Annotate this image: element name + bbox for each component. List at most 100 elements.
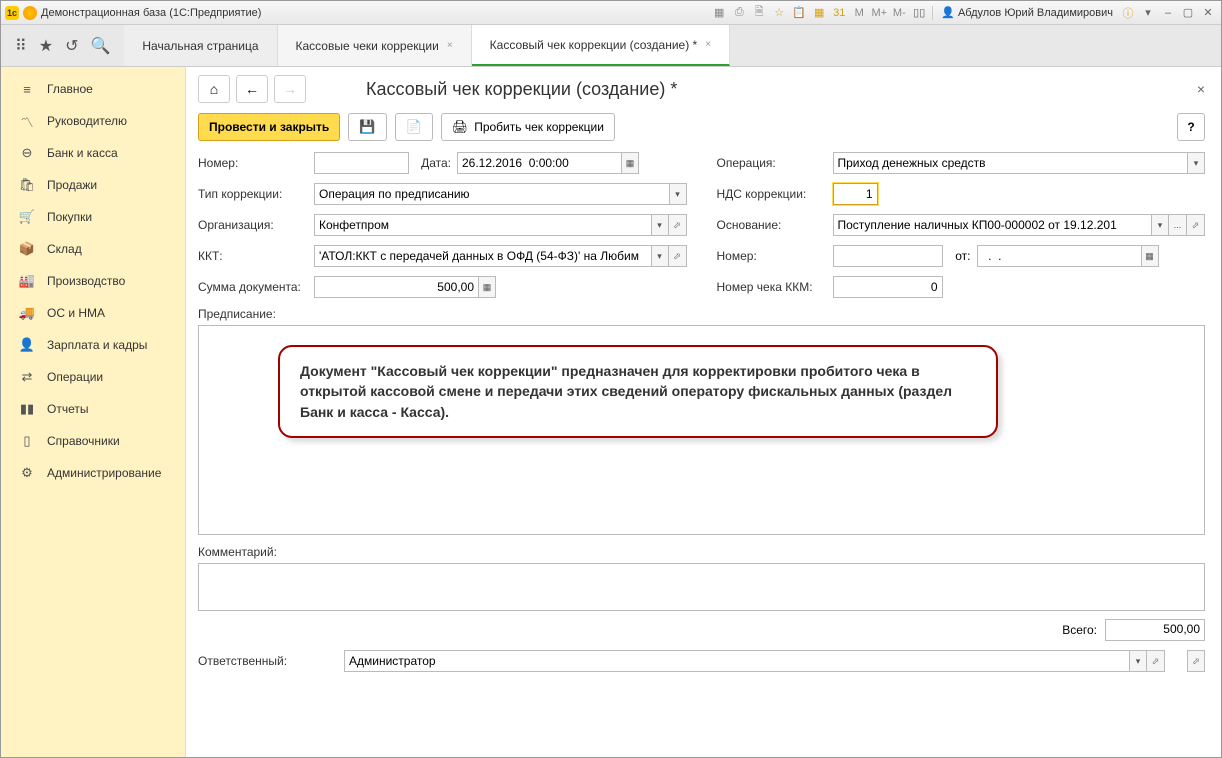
close-icon[interactable]: × bbox=[705, 39, 711, 50]
sidebar-item-sales[interactable]: 🛍Продажи bbox=[1, 169, 185, 201]
corr-type-label: Тип коррекции: bbox=[198, 187, 308, 201]
home-icon: ≡ bbox=[19, 81, 35, 97]
ot-date-input[interactable] bbox=[977, 245, 1141, 267]
print-icon[interactable]: ⎙ bbox=[730, 4, 748, 22]
sidebar-item-manager[interactable]: 〽Руководителю bbox=[1, 105, 185, 137]
calc-icon[interactable]: ▦ bbox=[810, 4, 828, 22]
sidebar-item-hr[interactable]: 👤Зарплата и кадры bbox=[1, 329, 185, 361]
calendar-picker-icon[interactable]: ▦ bbox=[621, 152, 639, 174]
sidebar-item-warehouse[interactable]: 📦Склад bbox=[1, 233, 185, 265]
apps-icon[interactable]: ⠿ bbox=[15, 36, 27, 56]
kkm-label: Номер чека ККМ: bbox=[717, 280, 827, 294]
calendar-icon[interactable]: 31 bbox=[830, 4, 848, 22]
calc-picker-icon[interactable]: ▦ bbox=[478, 276, 496, 298]
operation-label: Операция: bbox=[717, 156, 827, 170]
sidebar-item-bank[interactable]: ⊖Банк и касса bbox=[1, 137, 185, 169]
info-icon[interactable]: ⓘ bbox=[1119, 4, 1137, 22]
sidebar-item-main[interactable]: ≡Главное bbox=[1, 73, 185, 105]
panels-icon[interactable]: ▯▯ bbox=[910, 4, 928, 22]
date-input[interactable] bbox=[457, 152, 621, 174]
dropdown-icon[interactable]: ▾ bbox=[1151, 214, 1169, 236]
open-icon[interactable]: ⬀ bbox=[1187, 214, 1205, 236]
toolbar-icon-1[interactable]: ▦ bbox=[710, 4, 728, 22]
sum-label: Сумма документа: bbox=[198, 280, 308, 294]
callout-text: Документ "Кассовый чек коррекции" предна… bbox=[300, 363, 952, 420]
tab-corrections-list[interactable]: Кассовые чеки коррекции× bbox=[278, 25, 472, 66]
user-display[interactable]: 👤 Абдулов Юрий Владимирович bbox=[937, 6, 1117, 19]
dropdown-icon[interactable]: ▾ bbox=[651, 245, 669, 267]
sidebar-item-operations[interactable]: ⇄Операции bbox=[1, 361, 185, 393]
open-icon[interactable]: ⬀ bbox=[1187, 650, 1205, 672]
doc-icon[interactable]: 🗎 bbox=[750, 4, 768, 22]
tab-start[interactable]: Начальная страница bbox=[124, 25, 277, 66]
factory-icon: 🏭 bbox=[19, 273, 35, 289]
number2-input[interactable] bbox=[833, 245, 943, 267]
mminus-icon[interactable]: M- bbox=[890, 4, 908, 22]
back-button[interactable]: ← bbox=[236, 75, 268, 103]
page-title: Кассовый чек коррекции (создание) * bbox=[366, 79, 677, 100]
chart-icon: 〽 bbox=[19, 113, 35, 129]
dropdown-icon[interactable]: ▾ bbox=[1129, 650, 1147, 672]
sidebar: ≡Главное 〽Руководителю ⊖Банк и касса 🛍Пр… bbox=[1, 67, 186, 757]
m-icon[interactable]: M bbox=[850, 4, 868, 22]
operation-input[interactable] bbox=[833, 152, 1188, 174]
mplus-icon[interactable]: M+ bbox=[870, 4, 888, 22]
search-icon[interactable]: 🔍 bbox=[90, 36, 110, 56]
kkt-input[interactable] bbox=[314, 245, 651, 267]
sidebar-item-references[interactable]: ▯Справочники bbox=[1, 425, 185, 457]
book-icon: ▯ bbox=[19, 433, 35, 449]
coin-icon: ⊖ bbox=[19, 145, 35, 161]
basis-label: Основание: bbox=[717, 218, 827, 232]
clipboard-icon[interactable]: 📋 bbox=[790, 4, 808, 22]
open-icon[interactable]: ⬀ bbox=[1147, 650, 1165, 672]
app-icon: 1c bbox=[5, 6, 19, 20]
help-button[interactable]: ? bbox=[1177, 113, 1205, 141]
vat-input[interactable] bbox=[833, 183, 878, 205]
kkt-label: ККТ: bbox=[198, 249, 308, 263]
ot-label: от: bbox=[949, 249, 971, 263]
tab-correction-create[interactable]: Кассовый чек коррекции (создание) *× bbox=[472, 25, 730, 66]
person-icon: 👤 bbox=[19, 337, 35, 353]
comment-textarea[interactable] bbox=[198, 563, 1205, 611]
open-icon[interactable]: ⬀ bbox=[669, 214, 687, 236]
basis-input[interactable] bbox=[833, 214, 1152, 236]
dropdown-small-icon[interactable]: ▾ bbox=[1139, 4, 1157, 22]
post-close-button[interactable]: Провести и закрыть bbox=[198, 113, 340, 141]
sidebar-item-assets[interactable]: 🚚ОС и НМА bbox=[1, 297, 185, 329]
maximize-icon[interactable]: ▢ bbox=[1179, 4, 1197, 22]
more-button[interactable]: ... bbox=[1169, 214, 1187, 236]
dropdown-icon[interactable]: ▾ bbox=[651, 214, 669, 236]
history-icon[interactable]: ↺ bbox=[65, 36, 78, 56]
vat-label: НДС коррекции: bbox=[717, 187, 827, 201]
dropdown-icon[interactable]: ▾ bbox=[669, 183, 687, 205]
dropdown-icon[interactable]: ▾ bbox=[1187, 152, 1205, 174]
close-icon[interactable]: × bbox=[447, 40, 453, 51]
sidebar-item-production[interactable]: 🏭Производство bbox=[1, 265, 185, 297]
calendar-picker-icon[interactable]: ▦ bbox=[1141, 245, 1159, 267]
close-window-icon[interactable]: ✕ bbox=[1199, 4, 1217, 22]
sum-input[interactable] bbox=[314, 276, 478, 298]
printer-icon: 🖨 bbox=[452, 119, 469, 135]
minimize-icon[interactable]: – bbox=[1159, 4, 1177, 22]
org-input[interactable] bbox=[314, 214, 651, 236]
star-icon[interactable]: ★ bbox=[39, 36, 53, 56]
post-button[interactable]: 📄 bbox=[395, 113, 433, 141]
forward-button[interactable]: → bbox=[274, 75, 306, 103]
box-icon: 📦 bbox=[19, 241, 35, 257]
kkm-input[interactable] bbox=[833, 276, 943, 298]
favorite-icon[interactable]: ☆ bbox=[770, 4, 788, 22]
sidebar-item-purchases[interactable]: 🛒Покупки bbox=[1, 201, 185, 233]
corr-type-input[interactable] bbox=[314, 183, 669, 205]
save-button[interactable]: 💾 bbox=[348, 113, 386, 141]
sidebar-item-admin[interactable]: ⚙Администрирование bbox=[1, 457, 185, 489]
sidebar-item-reports[interactable]: ▮▮Отчеты bbox=[1, 393, 185, 425]
responsible-input[interactable] bbox=[344, 650, 1129, 672]
total-value: 500,00 bbox=[1105, 619, 1205, 641]
punch-check-button[interactable]: 🖨Пробить чек коррекции bbox=[441, 113, 615, 141]
number-input[interactable] bbox=[314, 152, 409, 174]
open-icon[interactable]: ⬀ bbox=[669, 245, 687, 267]
home-button[interactable]: ⌂ bbox=[198, 75, 230, 103]
dropdown-icon[interactable] bbox=[23, 6, 37, 20]
app-title: Демонстрационная база (1С:Предприятие) bbox=[41, 7, 261, 19]
close-page-icon[interactable]: × bbox=[1197, 81, 1205, 97]
